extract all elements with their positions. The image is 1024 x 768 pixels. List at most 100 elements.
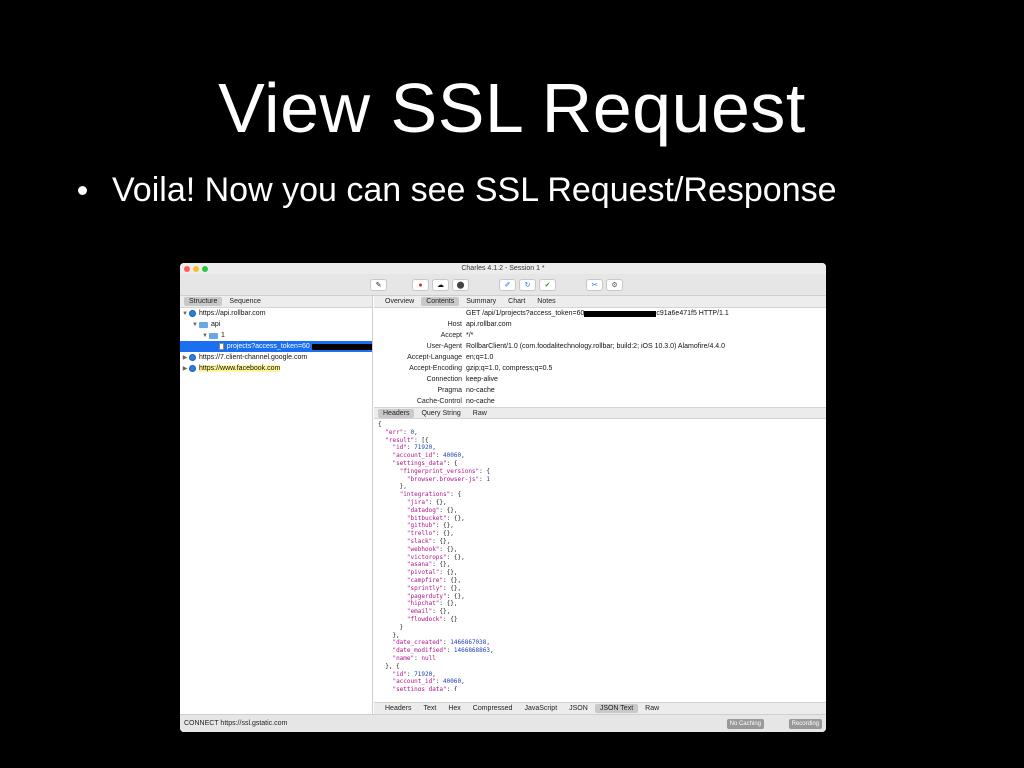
json-line: "victorops": {}, bbox=[406, 553, 465, 561]
repeat-icon[interactable]: ↻ bbox=[519, 279, 536, 291]
tree-item-1[interactable]: ▼ 1 bbox=[180, 330, 372, 341]
validate-icon[interactable]: ✔ bbox=[539, 279, 556, 291]
tree-item-google[interactable]: ▶ https://7.client-channel.google.com bbox=[180, 352, 372, 363]
globe-icon bbox=[189, 310, 196, 317]
json-line: "slack": {}, bbox=[406, 537, 451, 545]
disclosure-open-icon[interactable]: ▼ bbox=[191, 322, 199, 328]
json-line: }, { bbox=[378, 662, 400, 670]
no-caching-button[interactable]: No Caching bbox=[726, 719, 764, 729]
response-tabbar: Headers Text Hex Compressed JavaScript J… bbox=[374, 702, 826, 714]
json-line: "jira": {}, bbox=[406, 498, 447, 506]
compose-icon[interactable]: ✐ bbox=[499, 279, 516, 291]
pen-icon[interactable]: ✎ bbox=[370, 279, 387, 291]
tree-item-facebook[interactable]: ▶ https://www.facebook.com bbox=[180, 363, 372, 374]
tab-overview[interactable]: Overview bbox=[380, 297, 419, 306]
header-key: Host bbox=[447, 321, 462, 328]
tab-sequence[interactable]: Sequence bbox=[224, 297, 266, 306]
tab-summary[interactable]: Summary bbox=[461, 297, 501, 306]
tab-json-text[interactable]: JSON Text bbox=[594, 704, 639, 713]
view-tabbar: Structure Sequence bbox=[180, 296, 372, 308]
tab-request-raw[interactable]: Raw bbox=[468, 409, 492, 418]
json-line: "settings_data": { bbox=[392, 459, 458, 467]
disclosure-closed-icon[interactable]: ▶ bbox=[181, 354, 189, 361]
slide-bullet: Voila! Now you can see SSL Request/Respo… bbox=[78, 171, 837, 210]
tree-item-label: api bbox=[211, 321, 221, 328]
tree-item-label: https://api.rollbar.com bbox=[199, 310, 266, 317]
tab-json[interactable]: JSON bbox=[564, 704, 593, 713]
detail-pane: Overview Contents Summary Chart Notes GE… bbox=[374, 296, 826, 714]
status-bar: CONNECT https://ssl.gstatic.com No Cachi… bbox=[180, 714, 826, 732]
json-line: "date_created": 1466867038, bbox=[392, 639, 491, 647]
header-key: Accept bbox=[440, 332, 462, 339]
tab-notes[interactable]: Notes bbox=[532, 297, 560, 306]
tab-query-string[interactable]: Query String bbox=[416, 409, 465, 418]
detail-tabbar: Overview Contents Summary Chart Notes bbox=[374, 296, 826, 308]
tab-hex[interactable]: Hex bbox=[443, 704, 465, 713]
tab-text[interactable]: Text bbox=[418, 704, 441, 713]
tree-item-rollbar[interactable]: ▼ https://api.rollbar.com bbox=[180, 308, 372, 319]
record-icon[interactable]: ● bbox=[412, 279, 429, 291]
header-value: no-cache bbox=[466, 387, 495, 394]
header-key: Connection bbox=[426, 376, 462, 383]
breakpoint-icon[interactable]: ⬤ bbox=[452, 279, 469, 291]
bullet-text: Voila! Now you can see SSL Request/Respo… bbox=[112, 171, 837, 209]
tree-item-label: https://7.client-channel.google.com bbox=[199, 354, 308, 361]
tab-response-headers[interactable]: Headers bbox=[380, 704, 416, 713]
throttle-icon[interactable]: ☁ bbox=[432, 279, 449, 291]
disclosure-closed-icon[interactable]: ▶ bbox=[181, 365, 189, 372]
json-line: "fingerprint_versions": { bbox=[399, 467, 491, 475]
tab-javascript[interactable]: JavaScript bbox=[519, 704, 562, 713]
header-row: Connection keep-alive bbox=[374, 374, 826, 385]
json-line: "github": {}, bbox=[406, 522, 454, 530]
tools-icon[interactable]: ✂ bbox=[586, 279, 603, 291]
json-line: } bbox=[378, 623, 404, 631]
header-key: User-Agent bbox=[426, 343, 462, 350]
json-line: "trello": {}, bbox=[406, 530, 454, 538]
document-icon bbox=[219, 343, 224, 350]
json-line: "asana": {}, bbox=[406, 561, 451, 569]
header-key: Accept-Encoding bbox=[409, 365, 462, 372]
settings-icon[interactable]: ⚙ bbox=[606, 279, 623, 291]
json-response-view[interactable]: { "err": 0, "result": [{ "id": 71920, "a… bbox=[374, 419, 826, 691]
redaction-bar bbox=[584, 310, 657, 317]
header-value: en;q=1.0 bbox=[466, 354, 494, 361]
json-line: "date_modified": 1466868863, bbox=[392, 647, 494, 655]
header-value: keep-alive bbox=[466, 376, 498, 383]
tab-chart[interactable]: Chart bbox=[503, 297, 530, 306]
folder-icon bbox=[199, 321, 208, 328]
disclosure-open-icon[interactable]: ▼ bbox=[201, 333, 209, 339]
folder-icon bbox=[209, 332, 218, 339]
json-line: "name": null bbox=[392, 654, 436, 662]
header-row: Pragma no-cache bbox=[374, 385, 826, 396]
json-line: "account_id": 40060, bbox=[392, 678, 465, 686]
tab-structure[interactable]: Structure bbox=[184, 297, 223, 306]
json-line: "result": [{ bbox=[385, 436, 429, 444]
json-line: "bitbucket": {}, bbox=[406, 514, 465, 522]
tree-item-api[interactable]: ▼ api bbox=[180, 319, 372, 330]
recording-button[interactable]: Recording bbox=[788, 719, 822, 729]
json-line: "browser.browser-js": 1 bbox=[406, 475, 491, 483]
json-line: "account_id": 40060, bbox=[392, 452, 465, 460]
request-subtabs: Headers Query String Raw bbox=[374, 407, 826, 419]
slide-title: View SSL Request bbox=[218, 69, 806, 147]
charles-window: Charles 4.1.2 - Session 1 * ✎ ● ☁ ⬤ ✐ ↻ … bbox=[180, 263, 826, 732]
tab-response-raw[interactable]: Raw bbox=[640, 704, 664, 713]
tab-compressed[interactable]: Compressed bbox=[468, 704, 518, 713]
disclosure-open-icon[interactable]: ▼ bbox=[181, 311, 189, 317]
header-row: Accept-Language en;q=1.0 bbox=[374, 352, 826, 363]
header-key: Accept-Language bbox=[407, 354, 462, 361]
tab-request-headers[interactable]: Headers bbox=[378, 408, 415, 418]
globe-icon bbox=[189, 365, 196, 372]
json-line: }, bbox=[378, 631, 400, 639]
tree-item-label: 1 bbox=[221, 332, 225, 339]
header-value: api.rollbar.com bbox=[466, 321, 512, 328]
status-text: CONNECT https://ssl.gstatic.com bbox=[184, 720, 288, 727]
json-line: "flowdock": {} bbox=[406, 615, 458, 623]
header-value: */* bbox=[466, 332, 474, 339]
header-row: Accept */* bbox=[374, 330, 826, 341]
structure-pane: Structure Sequence ▼ https://api.rollbar… bbox=[180, 296, 373, 714]
tree-item-projects[interactable]: projects?access_token=60 bbox=[180, 341, 372, 352]
header-key: Pragma bbox=[437, 387, 462, 394]
json-line: "settings_data": { bbox=[392, 686, 458, 691]
tab-contents[interactable]: Contents bbox=[421, 297, 460, 306]
